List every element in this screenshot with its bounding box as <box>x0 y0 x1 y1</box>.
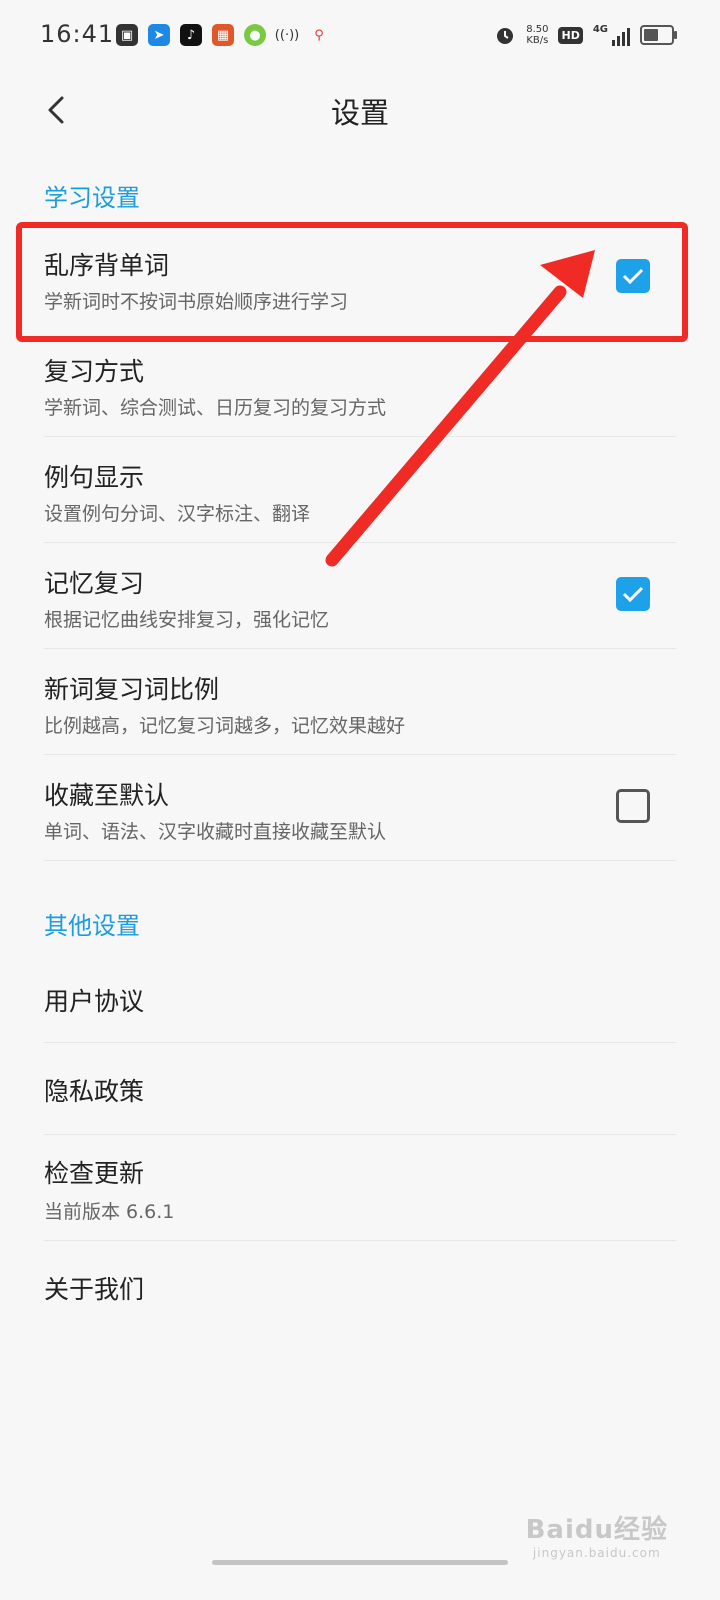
home-indicator[interactable] <box>212 1560 508 1565</box>
checkmark-icon <box>622 586 644 603</box>
setting-item-privacy-policy[interactable]: 隐私政策 <box>44 1048 676 1134</box>
app-header: 设置 <box>0 72 720 148</box>
section-title-other: 其他设置 <box>44 912 140 940</box>
section-title-study: 学习设置 <box>44 184 140 212</box>
app-notification-icon: ▣ <box>116 24 138 46</box>
net-speed-value: 8.50 <box>526 24 549 35</box>
setting-item-user-agreement[interactable]: 用户协议 <box>44 956 676 1042</box>
setting-title: 用户协议 <box>44 987 145 1016</box>
setting-item-favorite-default[interactable]: 收藏至默认 单词、语法、汉字收藏时直接收藏至默认 <box>44 760 676 866</box>
watermark-sub: jingyan.baidu.com <box>532 1546 661 1560</box>
setting-title: 复习方式 <box>44 357 145 386</box>
net-speed-unit: KB/s <box>526 35 549 46</box>
net-speed: 8.50 KB/s <box>526 24 548 46</box>
memory-review-checkbox[interactable] <box>616 577 650 611</box>
setting-subtitle: 单词、语法、汉字收藏时直接收藏至默认 <box>44 821 387 843</box>
watermark-main: Baidu经验 <box>525 1515 668 1545</box>
divider <box>44 436 676 437</box>
notification-icons: ▣ ➤ ♪ ▦ ● ((·)) ⚲ <box>116 24 330 46</box>
hotspot-icon: ((·)) <box>274 27 300 43</box>
app-notification-icon: ▦ <box>212 24 234 46</box>
setting-item-new-word-ratio[interactable]: 新词复习词比例 比例越高，记忆复习词越多，记忆效果越好 <box>44 654 676 760</box>
setting-title: 新词复习词比例 <box>44 675 220 704</box>
status-right: 8.50 KB/s HD 4G <box>494 24 677 46</box>
app-notification-icon: ➤ <box>148 24 170 46</box>
divider <box>44 542 676 543</box>
divider <box>44 1134 676 1135</box>
divider <box>44 648 676 649</box>
favorite-default-checkbox[interactable] <box>616 789 650 823</box>
tiktok-icon: ♪ <box>180 24 202 46</box>
divider <box>44 860 676 861</box>
hd-badge: HD <box>558 26 583 44</box>
divider <box>44 754 676 755</box>
location-pin-icon: ⚲ <box>314 27 324 43</box>
page-title: 设置 <box>330 96 389 130</box>
status-time: 16:41 <box>40 20 115 48</box>
setting-title: 检查更新 <box>44 1159 145 1188</box>
setting-title: 记忆复习 <box>44 569 145 598</box>
setting-item-example-display[interactable]: 例句显示 设置例句分词、汉字标注、翻译 <box>44 442 676 548</box>
setting-subtitle: 比例越高，记忆复习词越多，记忆效果越好 <box>44 715 406 737</box>
setting-subtitle: 根据记忆曲线安排复习，强化记忆 <box>44 609 330 631</box>
setting-title: 关于我们 <box>44 1275 145 1304</box>
setting-title: 收藏至默认 <box>44 781 170 810</box>
setting-subtitle: 设置例句分词、汉字标注、翻译 <box>44 503 311 525</box>
setting-item-review-mode[interactable]: 复习方式 学新词、综合测试、日历复习的复习方式 <box>44 336 676 442</box>
battery-icon <box>640 25 677 45</box>
watermark-logo: Baidu经验 jingyan.baidu.com <box>526 1509 668 1560</box>
setting-item-memory-review[interactable]: 记忆复习 根据记忆曲线安排复习，强化记忆 <box>44 548 676 654</box>
setting-item-check-update[interactable]: 检查更新 当前版本 6.6.1 <box>44 1140 676 1240</box>
divider <box>44 1042 676 1043</box>
annotation-highlight-box <box>16 222 688 342</box>
setting-title: 例句显示 <box>44 463 145 492</box>
app-notification-icon: ● <box>244 24 266 46</box>
signal-icon: 4G <box>593 24 630 46</box>
status-bar: 16:41 ▣ ➤ ♪ ▦ ● ((·)) ⚲ 8.50 KB/s HD 4G <box>0 0 720 72</box>
network-type: 4G <box>592 24 608 35</box>
setting-title: 隐私政策 <box>44 1077 145 1106</box>
alarm-icon <box>497 28 514 44</box>
divider <box>44 1240 676 1241</box>
version-text: 当前版本 6.6.1 <box>44 1201 175 1223</box>
setting-item-about-us[interactable]: 关于我们 <box>44 1246 676 1332</box>
setting-subtitle: 学新词、综合测试、日历复习的复习方式 <box>44 397 387 419</box>
